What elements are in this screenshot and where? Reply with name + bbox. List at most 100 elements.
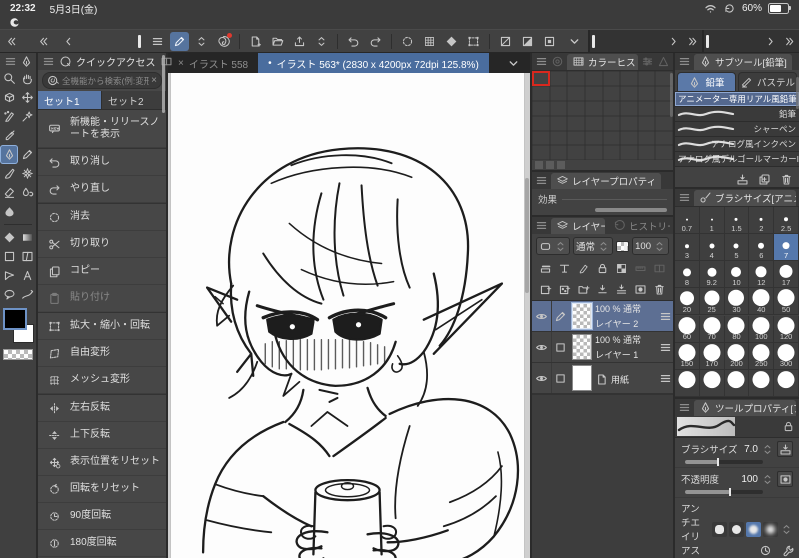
brush-size-cell[interactable]	[774, 369, 799, 397]
edit-mode-button[interactable]	[170, 31, 190, 51]
subtool-group-tab[interactable]: 鉛筆	[677, 72, 736, 91]
opacity-slider[interactable]	[685, 488, 763, 496]
quick-access-item[interactable]: 切り取り	[38, 231, 166, 258]
color-swatch[interactable]	[655, 116, 673, 131]
color-swatch[interactable]	[567, 101, 585, 116]
brush-size-menu-icon[interactable]	[678, 191, 691, 204]
subtool-item[interactable]: シャーペン	[675, 122, 799, 137]
tool-button[interactable]	[18, 69, 36, 88]
opacity-stepper[interactable]	[761, 473, 774, 486]
tool-button[interactable]	[0, 145, 18, 164]
color-swatch[interactable]	[655, 131, 673, 146]
tool-button[interactable]	[18, 228, 36, 247]
collapse-quick-access-button[interactable]	[34, 32, 53, 51]
quick-access-item[interactable]: 180度回転	[38, 530, 166, 557]
quick-access-item[interactable]: 表示位置をリセット	[38, 449, 166, 476]
color-wheel-icon[interactable]	[551, 55, 564, 68]
brush-size-cell[interactable]: 120	[774, 315, 799, 343]
tab-history[interactable]: ヒストリー	[608, 218, 670, 234]
subtool-item[interactable]: 鉛筆	[675, 107, 799, 122]
fill-button[interactable]	[442, 32, 461, 51]
tool-settings-button[interactable]	[782, 544, 795, 557]
clear-search-icon[interactable]: ×	[151, 75, 157, 86]
brush-size-cell[interactable]	[749, 369, 775, 397]
drawing-canvas[interactable]	[171, 73, 524, 558]
layer-menu-icon[interactable]	[657, 363, 673, 393]
tool-button[interactable]	[18, 285, 36, 304]
tool-button[interactable]	[18, 107, 36, 126]
layer-select-box[interactable]	[552, 301, 569, 331]
layer-mask-button[interactable]	[634, 283, 647, 296]
opacity-value[interactable]: 100	[741, 474, 758, 485]
menu-item[interactable]	[64, 16, 86, 28]
canvas-tab-active[interactable]: • イラスト 563* (2830 x 4200px 72dpi 125.8%)	[258, 53, 489, 73]
restore-defaults-button[interactable]	[759, 544, 772, 557]
layer-row[interactable]: 100 % 通常 レイヤー 1	[532, 332, 673, 363]
collapse-toolbar-button[interactable]	[2, 32, 21, 51]
color-swatch[interactable]	[638, 71, 656, 86]
menu-item[interactable]	[152, 16, 174, 28]
brush-size-cell[interactable]: 100	[749, 315, 775, 343]
color-swatch[interactable]	[603, 86, 621, 101]
brush-size-cell[interactable]: 300	[774, 342, 799, 370]
layer-visibility-toggle[interactable]	[532, 332, 552, 362]
new-file-button[interactable]	[246, 32, 265, 51]
color-swatch[interactable]	[655, 145, 673, 160]
antialias-stepper[interactable]	[780, 523, 793, 536]
color-swatch[interactable]	[620, 131, 638, 146]
antialias-weak-button[interactable]	[729, 521, 744, 537]
layers-menu-icon[interactable]	[535, 219, 548, 232]
tool-button[interactable]	[0, 69, 18, 88]
color-swatch[interactable]	[638, 86, 656, 101]
tool-button[interactable]	[0, 266, 18, 285]
new-folder-button[interactable]	[577, 283, 590, 296]
menu-item[interactable]	[108, 16, 130, 28]
tool-button[interactable]	[0, 164, 18, 183]
quick-access-item[interactable]: 回転をリセット	[38, 476, 166, 503]
tool-property-menu-icon[interactable]	[678, 401, 691, 414]
grid-button[interactable]	[420, 32, 439, 51]
duplicate-subtool-button[interactable]	[758, 173, 771, 186]
selection-border-button[interactable]	[540, 32, 559, 51]
color-swatch[interactable]	[550, 116, 568, 131]
brush-size-cell[interactable]: 150	[675, 342, 700, 370]
color-swatch[interactable]	[620, 71, 638, 86]
lock-layer-icon[interactable]	[596, 262, 609, 275]
mid-panel-collapse-button[interactable]	[664, 32, 683, 51]
layer-opacity-value[interactable]: 100	[632, 237, 669, 255]
brush-size-cell[interactable]: 20	[675, 288, 700, 316]
quick-access-set-tab[interactable]: セット1	[38, 91, 102, 109]
mid-panel-hide-button[interactable]	[683, 32, 702, 51]
tool-button[interactable]	[0, 88, 18, 107]
layer-menu-icon[interactable]	[657, 301, 673, 331]
search-scope-icon[interactable]	[47, 74, 60, 87]
menu-item[interactable]	[174, 16, 196, 28]
menu-item[interactable]	[196, 16, 218, 28]
tool-button[interactable]	[0, 228, 18, 247]
subtool-menu-icon[interactable]	[678, 55, 691, 68]
color-swatch[interactable]	[620, 101, 638, 116]
quick-access-item[interactable]: 90度回転	[38, 503, 166, 530]
brush-size-cell[interactable]: 60	[675, 315, 700, 343]
file-chevrons[interactable]	[312, 32, 331, 51]
transparent-color-swatch[interactable]	[3, 349, 33, 360]
tool-button[interactable]	[18, 183, 36, 202]
brush-size-cell[interactable]: 6	[749, 234, 775, 262]
color-slider-icon[interactable]	[641, 55, 654, 68]
tool-palette-menu-icon[interactable]	[4, 55, 17, 68]
tool-button[interactable]	[18, 247, 36, 266]
brush-size-cell[interactable]: 2.5	[774, 207, 799, 234]
layer-property-menu-icon[interactable]	[535, 174, 548, 187]
main-color-swatch[interactable]	[3, 308, 27, 330]
color-swatch[interactable]	[638, 145, 656, 160]
right-panel-drag-handle[interactable]	[705, 34, 709, 48]
brush-size-cell[interactable]: 1.5	[724, 207, 750, 234]
color-swatch[interactable]	[567, 71, 585, 86]
search-input[interactable]: 全機能から検索(例:変形、追加ブ ×	[42, 72, 162, 89]
quick-access-item[interactable]: コピー	[38, 258, 166, 285]
quick-access-item[interactable]: メッシュ変形	[38, 367, 166, 394]
quick-access-item[interactable]: 消去	[38, 203, 166, 231]
canvas-tab[interactable]: × イラスト 558	[168, 53, 258, 73]
color-swatch[interactable]	[532, 71, 550, 86]
brush-size-cell[interactable]: 5	[724, 234, 750, 262]
